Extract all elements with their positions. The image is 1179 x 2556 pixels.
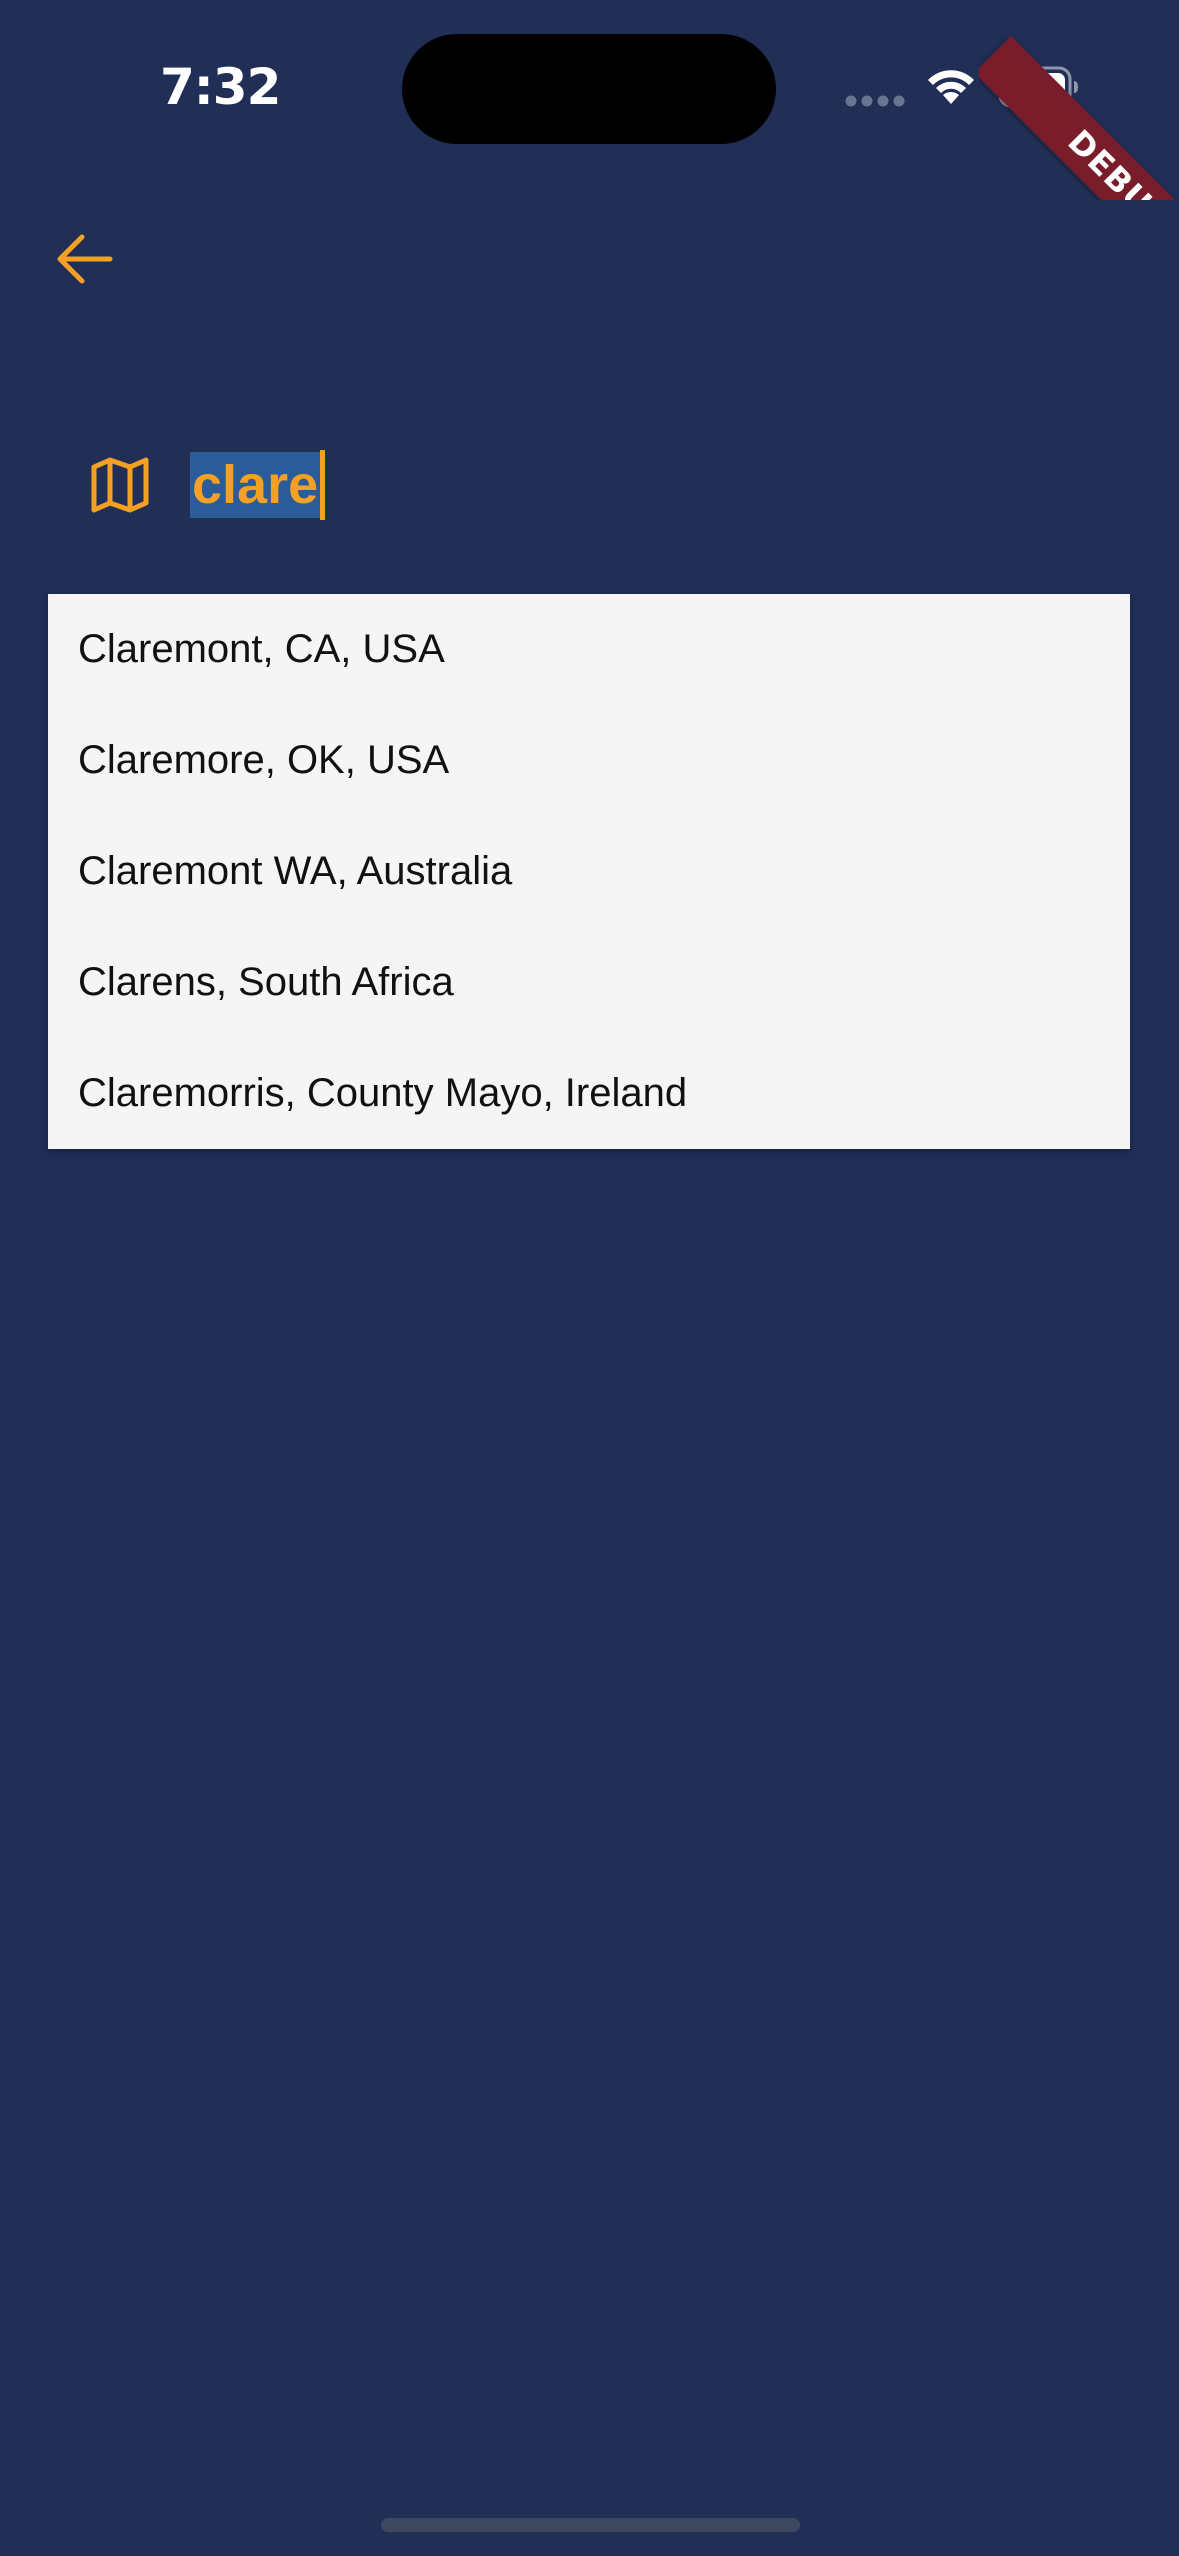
- search-input[interactable]: clare: [190, 440, 326, 530]
- suggestion-item[interactable]: Claremont, CA, USA: [48, 594, 1130, 705]
- back-button[interactable]: [46, 224, 122, 294]
- debug-banner-label: DEBUG: [979, 36, 1179, 200]
- suggestion-item[interactable]: Claremont WA, Australia: [48, 816, 1130, 927]
- arrow-back-icon: [57, 234, 113, 284]
- search-input-value: clare: [190, 452, 321, 518]
- suggestion-item[interactable]: Claremore, OK, USA: [48, 705, 1130, 816]
- home-indicator[interactable]: [381, 2518, 800, 2532]
- map-icon: [91, 457, 149, 513]
- text-caret: [320, 450, 326, 520]
- cellular-signal-icon: [845, 95, 905, 107]
- status-time: 7:32: [160, 58, 281, 116]
- suggestion-item[interactable]: Claremorris, County Mayo, Ireland: [48, 1038, 1130, 1149]
- suggestion-item[interactable]: Clarens, South Africa: [48, 927, 1130, 1038]
- dynamic-island: [402, 34, 776, 144]
- suggestions-dropdown: Claremont, CA, USA Claremore, OK, USA Cl…: [48, 594, 1130, 1149]
- wifi-icon: [928, 70, 974, 104]
- debug-banner: DEBUG: [979, 0, 1179, 200]
